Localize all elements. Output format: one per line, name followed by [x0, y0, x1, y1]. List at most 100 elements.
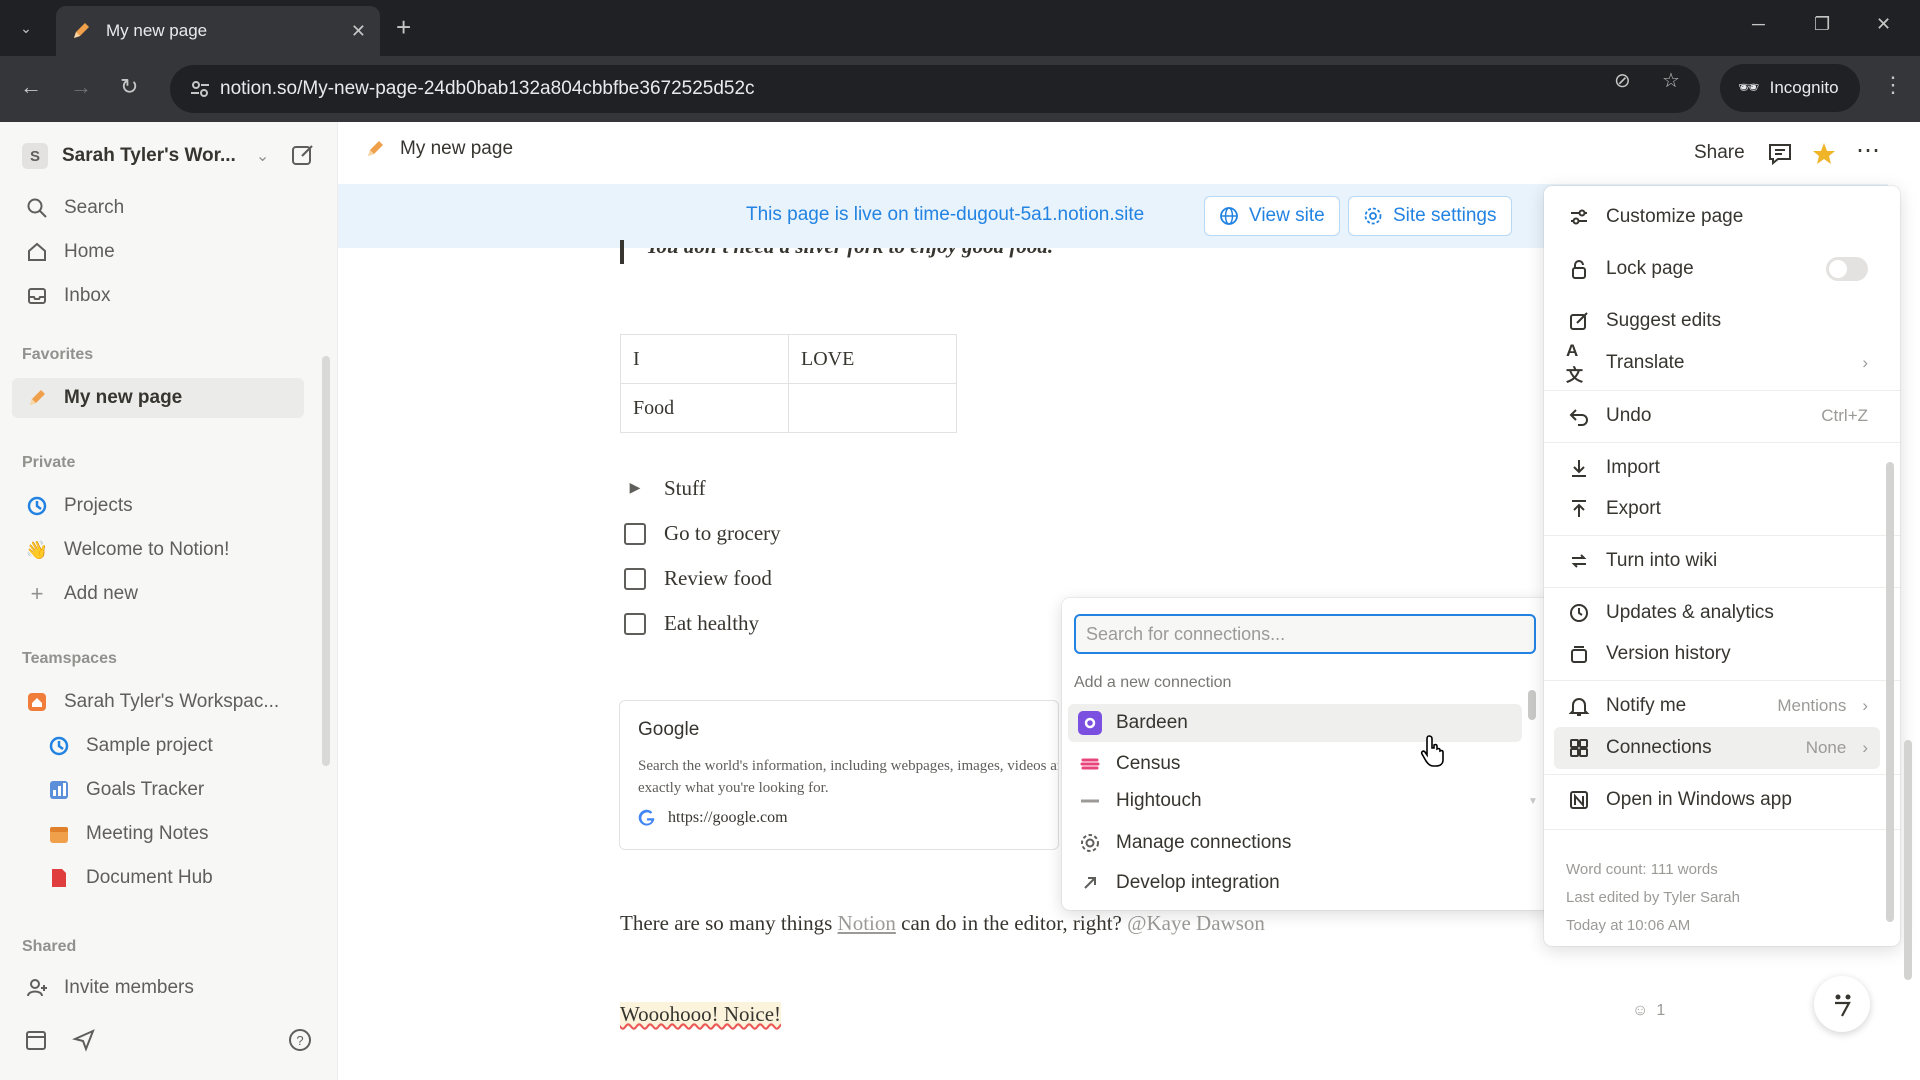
todo-item[interactable]: Review food: [624, 566, 772, 591]
menu-undo[interactable]: Undo Ctrl+Z: [1554, 395, 1880, 437]
highlighted-text[interactable]: Wooohooo! Noice!: [620, 1002, 782, 1027]
sidebar-item-document-hub[interactable]: Document Hub: [12, 858, 304, 898]
todo-item[interactable]: Go to grocery: [624, 521, 781, 546]
table-cell[interactable]: Food: [620, 383, 789, 433]
incognito-badge[interactable]: 🕶 Incognito: [1720, 64, 1860, 112]
connections-search-input[interactable]: Search for connections...: [1074, 614, 1536, 654]
sidebar-item-workspace[interactable]: Sarah Tyler's Workspac...: [12, 682, 304, 722]
section-private[interactable]: Private: [22, 454, 75, 472]
toggle-block[interactable]: ▶ Stuff: [624, 476, 706, 501]
toggle-arrow-icon[interactable]: ▶: [624, 480, 646, 497]
table-cell[interactable]: LOVE: [788, 334, 957, 384]
close-window-icon[interactable]: ✕: [1876, 14, 1891, 35]
back-icon[interactable]: ←: [20, 74, 42, 100]
sidebar-item-home[interactable]: Home: [12, 232, 304, 272]
view-site-button[interactable]: View site: [1204, 196, 1340, 236]
menu-open-in-app[interactable]: Open in Windows app: [1554, 779, 1880, 821]
help-icon[interactable]: ?: [288, 1028, 312, 1052]
forward-icon[interactable]: →: [70, 74, 92, 100]
menu-lock-page[interactable]: Lock page: [1554, 248, 1880, 290]
minimize-icon[interactable]: ─: [1752, 14, 1765, 35]
tab-search-icon[interactable]: ⌄: [10, 12, 42, 44]
sidebar-item-sample-project[interactable]: Sample project: [12, 726, 304, 766]
menu-export[interactable]: Export: [1554, 488, 1880, 530]
bookmark-card[interactable]: Google Search the world's information, i…: [619, 700, 1059, 850]
site-settings-button[interactable]: Site settings: [1348, 196, 1512, 236]
sidebar-invite-members[interactable]: Invite members: [12, 968, 304, 1008]
connection-census[interactable]: Census: [1068, 745, 1522, 783]
address-bar[interactable]: notion.so/My-new-page-24db0bab132a804cbb…: [170, 65, 1700, 113]
browser-tab[interactable]: My new page ✕: [56, 6, 380, 56]
section-shared[interactable]: Shared: [22, 938, 76, 956]
word-count: Word count: 111 words: [1566, 861, 1718, 878]
table-cell[interactable]: I: [620, 334, 789, 384]
site-info-icon[interactable]: [188, 77, 212, 101]
page-scrollbar[interactable]: [1904, 740, 1912, 980]
menu-updates-analytics[interactable]: Updates & analytics: [1554, 592, 1880, 634]
comment-reaction[interactable]: ☺ 1: [1632, 1002, 1665, 1020]
more-options-icon[interactable]: ⋯: [1856, 136, 1880, 165]
sidebar-item-search[interactable]: Search: [12, 188, 304, 228]
calendar-icon[interactable]: [24, 1028, 48, 1052]
send-icon[interactable]: [72, 1028, 96, 1052]
sidebar-item-welcome[interactable]: 👋 Welcome to Notion!: [12, 530, 304, 570]
checkbox[interactable]: [624, 522, 646, 545]
checkbox[interactable]: [624, 567, 646, 590]
sidebar-item-label: Document Hub: [86, 867, 213, 888]
section-favorites[interactable]: Favorites: [22, 346, 93, 364]
workspace-switcher[interactable]: S Sarah Tyler's Wor... ⌄: [22, 138, 322, 174]
menu-connections[interactable]: Connections None ›: [1554, 727, 1880, 769]
new-tab-icon[interactable]: +: [396, 12, 411, 42]
connection-hightouch[interactable]: Hightouch: [1068, 786, 1522, 816]
sidebar-add-new[interactable]: + Add new: [12, 574, 304, 614]
star-icon[interactable]: ☆: [1662, 68, 1680, 93]
checkbox[interactable]: [624, 612, 646, 635]
simple-table[interactable]: I LOVE Food: [620, 334, 957, 433]
workspace-avatar: S: [22, 143, 48, 169]
menu-notify-me[interactable]: Notify me Mentions ›: [1554, 685, 1880, 727]
table-cell[interactable]: [788, 383, 957, 433]
sidebar-item-projects[interactable]: Projects: [12, 486, 304, 526]
menu-version-history[interactable]: Version history: [1554, 633, 1880, 675]
section-teamspaces[interactable]: Teamspaces: [22, 650, 117, 668]
sidebar-item-inbox[interactable]: Inbox: [12, 276, 304, 316]
menu-turn-into-wiki[interactable]: Turn into wiki: [1554, 540, 1880, 582]
paragraph[interactable]: There are so many things Notion can do i…: [620, 911, 1265, 936]
close-tab-icon[interactable]: ✕: [351, 21, 366, 42]
menu-scrollbar[interactable]: [1886, 462, 1894, 922]
manage-connections[interactable]: Manage connections: [1068, 824, 1522, 862]
develop-integration[interactable]: Develop integration: [1068, 864, 1522, 902]
menu-suggest-edits[interactable]: Suggest edits: [1554, 300, 1880, 342]
sidebar-item-label: My new page: [64, 387, 183, 408]
breadcrumb[interactable]: My new page: [364, 138, 513, 160]
notion-ai-button[interactable]: [1814, 976, 1870, 1032]
menu-customize-page[interactable]: Customize page: [1554, 196, 1880, 238]
comments-icon[interactable]: [1766, 140, 1794, 168]
page-topbar: My new page Share ⋯: [338, 122, 1920, 184]
banner-text[interactable]: This page is live on time-dugout-5a1.not…: [746, 204, 1144, 226]
connection-bardeen[interactable]: Bardeen: [1068, 704, 1522, 742]
page-options-menu: Customize page Lock page Suggest edits A…: [1544, 186, 1900, 946]
menu-translate[interactable]: A文 Translate ›: [1554, 341, 1880, 385]
sidebar-item-my-new-page[interactable]: My new page: [12, 378, 304, 418]
lock-page-toggle[interactable]: [1826, 257, 1868, 281]
scroll-down-icon[interactable]: ▼: [1528, 796, 1538, 807]
share-button[interactable]: Share: [1694, 142, 1745, 164]
new-page-icon[interactable]: [290, 142, 316, 168]
reload-icon[interactable]: ↻: [120, 74, 138, 100]
todo-item[interactable]: Eat healthy: [624, 611, 759, 636]
sidebar-scrollbar[interactable]: [322, 356, 330, 766]
sidebar-item-meeting-notes[interactable]: Meeting Notes: [12, 814, 304, 854]
favorite-star-icon[interactable]: [1810, 140, 1838, 168]
menu-import[interactable]: Import: [1554, 447, 1880, 489]
eye-off-icon[interactable]: ⊘: [1614, 68, 1631, 93]
menu-footer: Word count: 111 words Last edited by Tyl…: [1566, 856, 1740, 940]
gear-icon: [1364, 207, 1382, 225]
sidebar-item-goals-tracker[interactable]: Goals Tracker: [12, 770, 304, 810]
user-mention[interactable]: @Kaye Dawson: [1127, 911, 1265, 935]
restore-icon[interactable]: ❐: [1814, 14, 1830, 35]
notion-link[interactable]: Notion: [838, 911, 896, 935]
edited-time: Today at 10:06 AM: [1566, 917, 1691, 934]
connections-scrollbar[interactable]: [1528, 690, 1536, 720]
browser-menu-icon[interactable]: ⋮: [1882, 72, 1904, 98]
